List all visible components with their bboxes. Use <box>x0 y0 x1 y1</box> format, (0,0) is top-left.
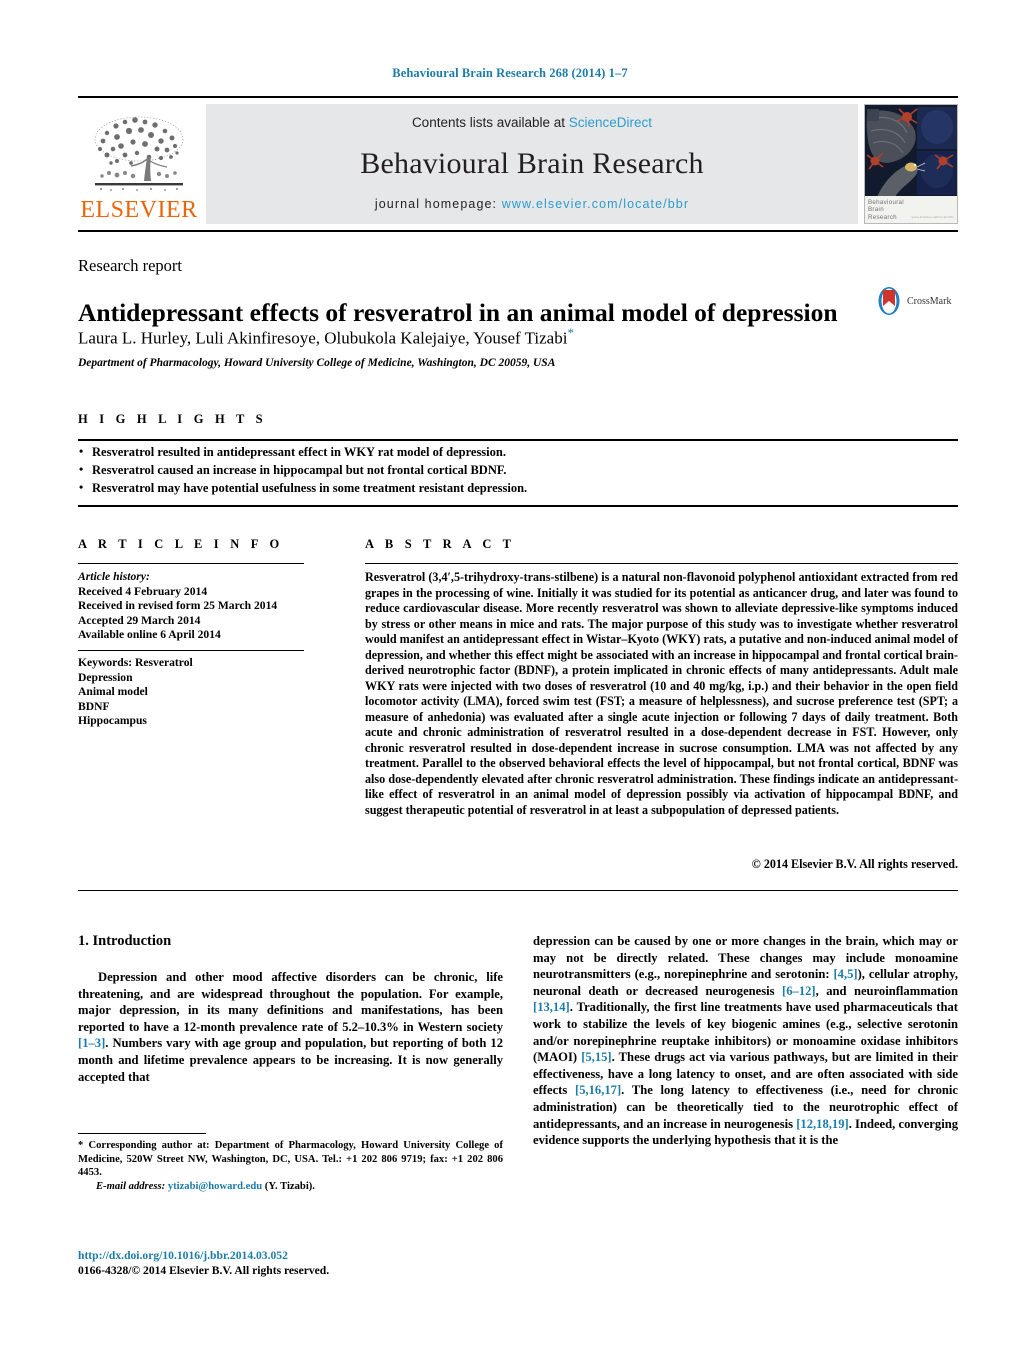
keyword-item: Depression <box>78 670 133 684</box>
highlights-rule-bottom <box>78 505 958 507</box>
contents-prefix: Contents lists available at <box>411 115 569 130</box>
author-list: Laura L. Hurley, Luli Akinfiresoye, Olub… <box>78 325 898 349</box>
journal-masthead: ELSEVIER Contents lists available at Sci… <box>78 96 958 232</box>
journal-header-panel: Contents lists available at ScienceDirec… <box>206 104 858 224</box>
footnote-divider <box>78 1133 206 1134</box>
history-item: Received in revised form 25 March 2014 <box>78 599 278 613</box>
citation-ref[interactable]: [6–12] <box>782 984 816 998</box>
intro-paragraph-left: Depression and other mood affective diso… <box>78 969 503 1085</box>
intro-text-part-2: . Numbers vary with age group and popula… <box>78 1036 503 1084</box>
section-heading-introduction: 1. Introduction <box>78 933 172 949</box>
elsevier-tree-icon <box>94 116 184 191</box>
crossmark-label: CrossMark <box>907 295 952 307</box>
cover-url-text: www.elsevier.com/locate/bbr <box>911 215 954 219</box>
elsevier-wordmark: ELSEVIER <box>80 197 198 223</box>
author-names: Laura L. Hurley, Luli Akinfiresoye, Olub… <box>78 328 568 348</box>
highlights-heading: H I G H L I G H T S <box>78 412 267 426</box>
citation-ref[interactable]: [4,5] <box>833 967 857 981</box>
citation-ref[interactable]: [13,14] <box>533 1000 570 1014</box>
abstract-bottom-rule <box>78 890 958 891</box>
list-item: Resveratrol caused an increase in hippoc… <box>78 460 958 479</box>
article-info-heading: A R T I C L E I N F O <box>78 537 284 551</box>
abstract-rule <box>365 563 958 564</box>
intro-seg-3: , and neuroinflammation <box>815 983 958 998</box>
contents-lists-line: Contents lists available at ScienceDirec… <box>412 115 652 130</box>
citation-ref[interactable]: [12,18,19] <box>796 1117 848 1131</box>
crossmark-badge[interactable]: CrossMark <box>874 286 951 316</box>
citation-ref[interactable]: [5,15] <box>581 1050 611 1064</box>
journal-homepage-line: journal homepage: www.elsevier.com/locat… <box>375 197 689 211</box>
citation-ref[interactable]: [5,16,17] <box>575 1083 621 1097</box>
highlights-rule-top <box>78 439 958 441</box>
email-address-label: E-mail address: <box>96 1180 166 1192</box>
journal-title: Behavioural Brain Research <box>360 146 704 180</box>
sciencedirect-link[interactable]: ScienceDirect <box>569 115 652 130</box>
corresponding-author-marker: * <box>567 325 574 340</box>
keywords-rule <box>78 650 304 651</box>
keyword-item: Resveratrol <box>135 656 193 669</box>
citation-ref[interactable]: [1–3] <box>78 1036 105 1050</box>
running-head: Behavioural Brain Research 268 (2014) 1–… <box>392 66 628 80</box>
history-item: Received 4 February 2014 <box>78 584 208 598</box>
keyword-item: Hippocampus <box>78 714 147 728</box>
list-item: Resveratrol may have potential usefulnes… <box>78 478 958 497</box>
body-column-left: 1. Introduction Depression and other moo… <box>78 933 503 1085</box>
article-info-rule <box>78 563 304 564</box>
affiliation: Department of Pharmacology, Howard Unive… <box>78 357 556 369</box>
page-title: Antidepressant effects of resveratrol in… <box>78 298 838 328</box>
journal-homepage-link[interactable]: www.elsevier.com/locate/bbr <box>502 197 689 211</box>
issn-copyright-line: 0166-4328/© 2014 Elsevier B.V. All right… <box>78 1264 330 1277</box>
footnote-block: * Corresponding author at: Department of… <box>78 1139 503 1193</box>
article-history: Article history: Received 4 February 201… <box>78 570 308 643</box>
abstract-copyright: © 2014 Elsevier B.V. All rights reserved… <box>751 857 958 871</box>
keywords-block: Keywords: Resveratrol Depression Animal … <box>78 656 308 729</box>
cover-caption-line3: Research <box>868 213 897 221</box>
keyword-item: Animal model <box>78 685 148 699</box>
article-type: Research report <box>78 256 182 275</box>
crossmark-icon <box>878 287 900 315</box>
intro-paragraph-right: depression can be caused by one or more … <box>533 933 958 1149</box>
intro-text-part-1: Depression and other mood affective diso… <box>78 970 503 1034</box>
article-history-label: Article history: <box>78 570 150 583</box>
email-owner: (Y. Tizabi). <box>264 1180 315 1192</box>
highlights-list: Resveratrol resulted in antidepressant e… <box>78 442 958 497</box>
journal-cover-thumbnail: Behavioural Brain Research www.elsevier.… <box>864 104 958 224</box>
paper-page: Behavioural Brain Research 268 (2014) 1–… <box>0 0 1020 1351</box>
doi-block: http://dx.doi.org/10.1016/j.bbr.2014.03.… <box>78 1248 518 1278</box>
corresponding-author-note: * Corresponding author at: Department of… <box>78 1140 503 1179</box>
keyword-item: BDNF <box>78 699 110 713</box>
list-item: Resveratrol resulted in antidepressant e… <box>78 442 958 461</box>
keywords-label: Keywords: <box>78 656 133 669</box>
abstract-text: Resveratrol (3,4′,5-trihydroxy-trans-sti… <box>365 570 958 817</box>
cover-caption-line2: Brain <box>868 206 884 214</box>
body-column-right: depression can be caused by one or more … <box>533 933 958 1149</box>
history-item: Available online 6 April 2014 <box>78 628 221 642</box>
homepage-prefix: journal homepage: <box>374 197 498 211</box>
history-item: Accepted 29 March 2014 <box>78 613 201 627</box>
elsevier-logo: ELSEVIER <box>78 104 200 224</box>
cover-caption-line1: Behavioural <box>868 199 904 206</box>
doi-link[interactable]: http://dx.doi.org/10.1016/j.bbr.2014.03.… <box>78 1249 288 1262</box>
email-link[interactable]: ytizabi@howard.edu <box>168 1181 262 1192</box>
abstract-heading: A B S T R A C T <box>365 537 516 551</box>
